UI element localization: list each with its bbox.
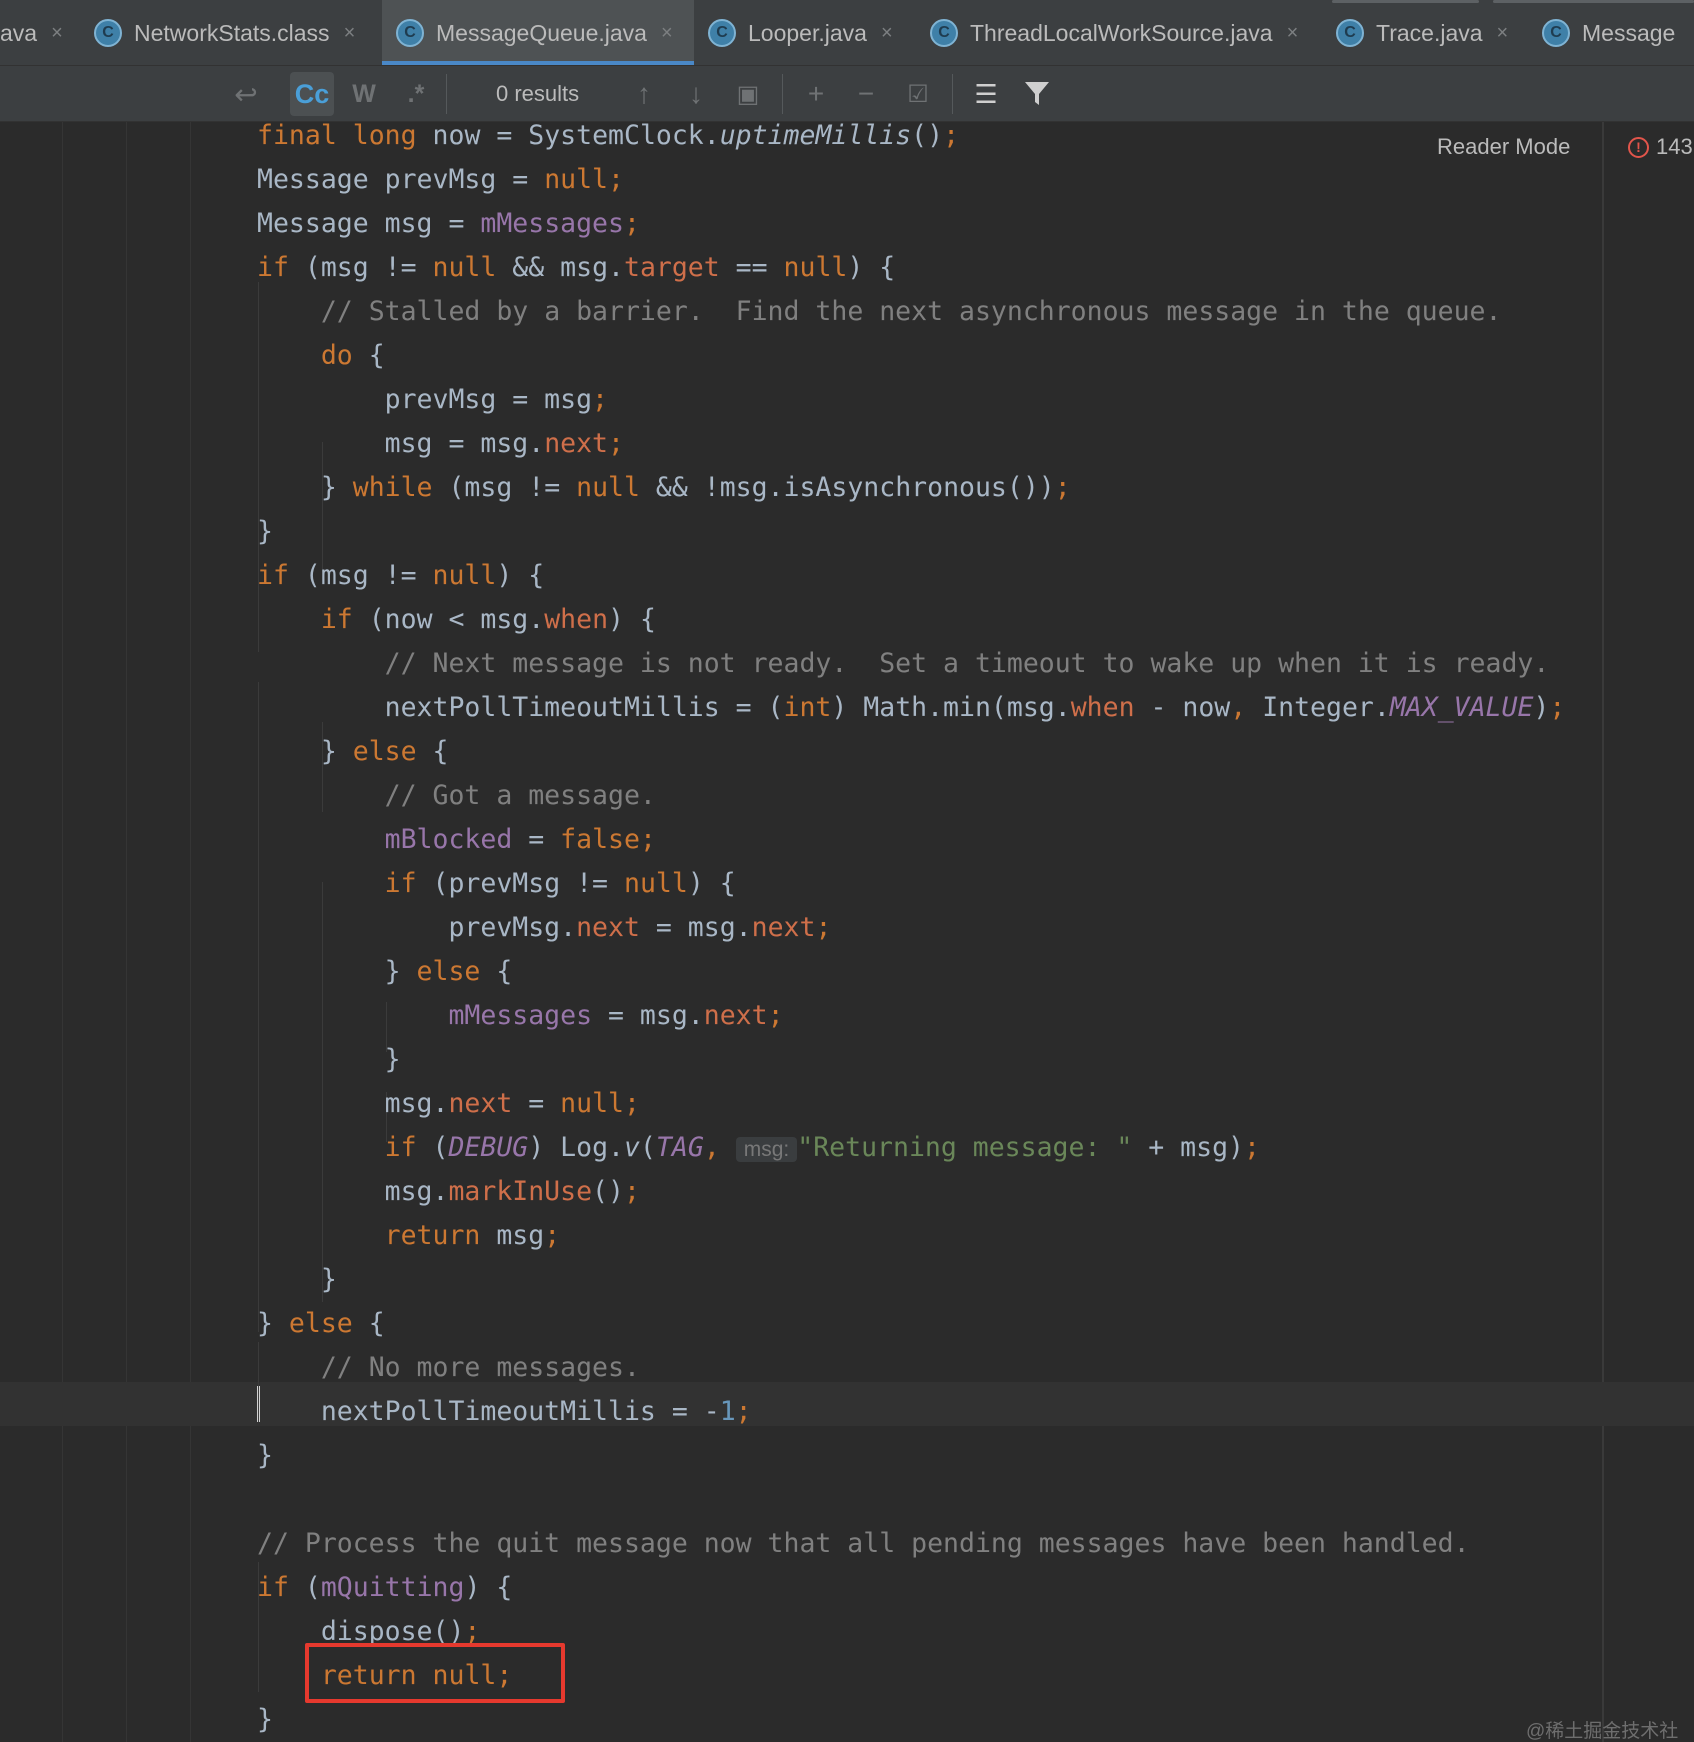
code-line[interactable]: // Stalled by a barrier. Find the next a… [257,290,1502,334]
code-line[interactable]: Message prevMsg = null; [257,158,624,202]
tab-label: Looper.java [748,19,867,46]
code-line[interactable]: nextPollTimeoutMillis = -1; [257,1390,752,1434]
code-line[interactable]: prevMsg = msg; [257,378,608,422]
right-margin-guide [1602,122,1604,1742]
code-line[interactable]: if (DEBUG) Log.v(TAG, msg: "Returning mes… [257,1126,1260,1170]
tab-partial-java[interactable]: ava × [0,0,92,65]
tab-message-java[interactable]: C Message [1542,0,1694,65]
code-line[interactable]: msg = msg.next; [257,422,624,466]
tab-trace-java[interactable]: C Trace.java × [1336,0,1516,65]
filter-lines-icon[interactable]: ☰ [966,66,1006,122]
code-line[interactable]: nextPollTimeoutMillis = (int) Math.min(m… [257,686,1566,730]
select-all-matches-icon[interactable]: ☑ [898,66,938,122]
code-line[interactable]: } [257,1258,337,1302]
tab-label: MessageQueue.java [436,19,647,46]
previous-occurrence-icon[interactable]: ↑ [626,66,662,122]
code-editor[interactable]: Reader Mode ! 143 final long now = Syste… [0,122,1694,1742]
next-occurrence-icon[interactable]: ↓ [678,66,714,122]
gutter-divider [190,122,191,1742]
remove-occurrence-icon[interactable]: − [846,66,886,122]
tab-networkstats-class[interactable]: C NetworkStats.class × [94,0,374,65]
toolbar-divider [952,74,953,114]
class-file-icon: C [94,19,122,47]
code-line[interactable]: do { [257,334,385,378]
code-line[interactable]: msg.next = null; [257,1082,640,1126]
match-case-button[interactable]: Cc [290,72,334,116]
watermark: @稀土掘金技术社区 [1526,1721,1679,1742]
code-line[interactable]: if (msg != null) { [257,554,544,598]
code-line[interactable]: return msg; [257,1214,561,1258]
tab-label: ava [0,19,38,46]
toolbar-divider [782,74,783,114]
code-line[interactable]: } [257,1038,401,1082]
code-line[interactable]: // Next message is not ready. Set a time… [257,642,1550,686]
filter-icon[interactable] [1018,66,1056,122]
add-occurrence-icon[interactable]: + [796,66,836,122]
close-icon[interactable]: × [1497,22,1509,45]
highlight-box-return-null [305,1643,565,1703]
close-icon[interactable]: × [661,22,673,45]
close-icon[interactable]: × [51,22,63,45]
code-line[interactable]: if (mQuitting) { [257,1566,512,1610]
reader-mode-toggle[interactable]: Reader Mode [1437,134,1570,160]
code-line[interactable]: } [257,1434,273,1478]
close-icon[interactable]: × [881,22,893,45]
code-line[interactable]: final long now = SystemClock.uptimeMilli… [257,122,959,158]
tab-label: Message [1582,19,1676,46]
error-count: 143 [1656,134,1693,159]
toolbar-divider [446,74,447,114]
regex-button[interactable]: .* [398,66,434,122]
wrap-icon[interactable]: ↩ [228,66,264,122]
code-line[interactable]: // Process the quit message now that all… [257,1522,1470,1566]
code-line[interactable]: Message msg = mMessages; [257,202,640,246]
tab-threadlocalworksource-java[interactable]: C ThreadLocalWorkSource.java × [930,0,1316,65]
code-line[interactable]: msg.markInUse(); [257,1170,640,1214]
gutter-divider [62,122,63,1742]
class-file-icon: C [1542,19,1570,47]
error-icon: ! [1628,136,1649,158]
whole-words-button[interactable]: W [346,66,382,122]
code-line[interactable]: mBlocked = false; [257,818,656,862]
class-file-icon: C [396,19,424,47]
search-results-count: 0 results [496,81,580,106]
gutter-divider [126,122,127,1742]
error-indicator[interactable]: ! 143 [1628,134,1693,160]
close-icon[interactable]: × [1287,22,1299,45]
code-line[interactable]: } else { [257,1302,385,1346]
current-line-highlight [0,1382,1694,1426]
code-line[interactable]: } while (msg != null && !msg.isAsynchron… [257,466,1071,510]
class-file-icon: C [1336,19,1364,47]
code-line[interactable]: if (prevMsg != null) { [257,862,736,906]
close-icon[interactable]: × [344,22,356,45]
code-line[interactable]: } else { [257,730,449,774]
tab-looper-java[interactable]: C Looper.java × [708,0,908,65]
code-line[interactable]: } else { [257,950,513,994]
tab-label: ThreadLocalWorkSource.java [970,19,1273,46]
code-line[interactable]: } [257,510,273,554]
tab-messagequeue-java[interactable]: C MessageQueue.java × [382,0,694,65]
find-toolbar: ↩ Cc W .* 0 results ↑ ↓ ▣ + − ☑ ☰ [0,66,1694,122]
select-all-occurrences-icon[interactable]: ▣ [730,66,766,122]
code-line[interactable]: if (msg != null && msg.target == null) { [257,246,895,290]
class-file-icon: C [930,19,958,47]
code-line[interactable]: if (now < msg.when) { [257,598,656,642]
editor-tab-bar: ava × C NetworkStats.class × C MessageQu… [0,0,1694,66]
class-file-icon: C [708,19,736,47]
tab-label: Trace.java [1376,19,1483,46]
code-line[interactable]: prevMsg.next = msg.next; [257,906,831,950]
code-line[interactable]: // Got a message. [257,774,656,818]
code-line[interactable]: } [257,1698,273,1742]
code-line[interactable]: mMessages = msg.next; [257,994,783,1038]
tab-label: NetworkStats.class [134,19,330,46]
code-line[interactable]: // No more messages. [257,1346,640,1390]
